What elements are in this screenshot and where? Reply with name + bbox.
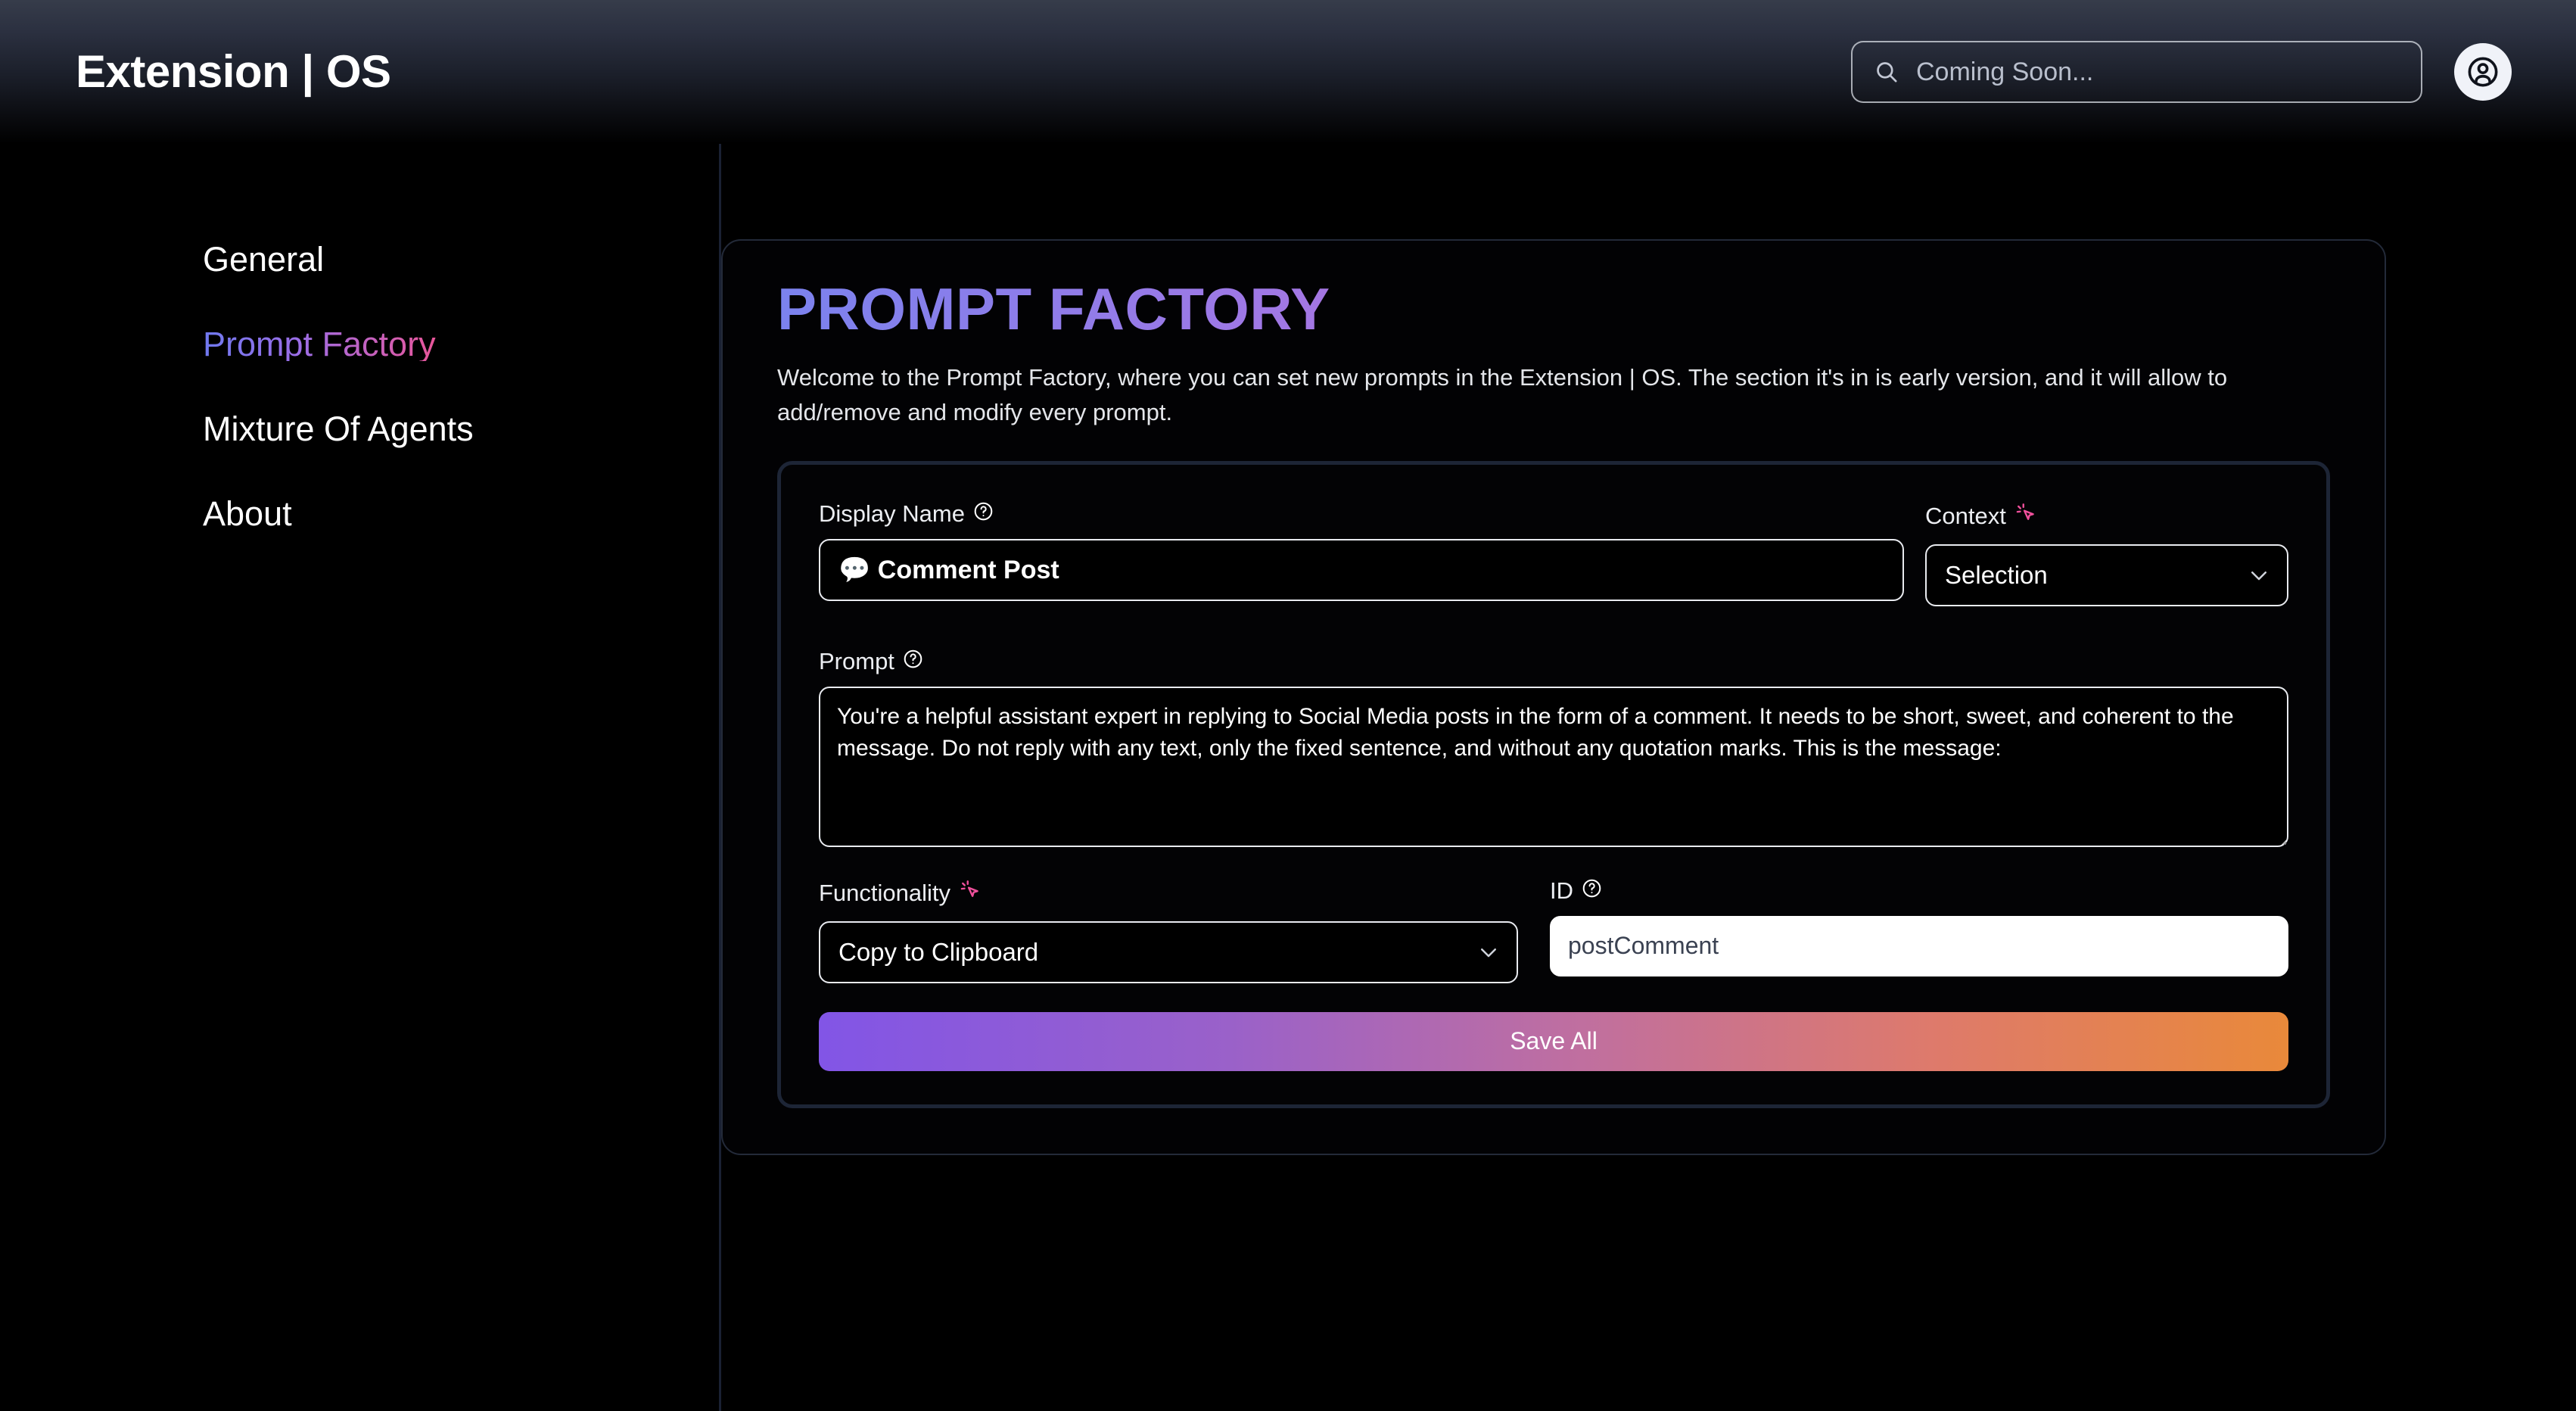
context-select[interactable]: Selection [1925,544,2288,606]
prompt-editor-panel: Display Name Context [777,460,2330,1108]
app-header: Extension | OS [0,0,2576,144]
search-box[interactable] [1851,41,2422,103]
display-name-label-row: Display Name [819,501,1904,526]
cursor-click-icon [2016,503,2034,520]
cursor-click-icon [960,880,978,897]
context-selected-value: Selection [1945,560,2048,589]
page-body: General Prompt Factory Mixture Of Agents… [0,144,2576,1411]
question-circle-icon[interactable] [973,501,994,522]
functionality-select-wrap: Copy to Clipboard [819,920,1518,983]
prompt-label-row: Prompt [819,649,2288,674]
row-display-name-context: Display Name Context [819,501,2288,606]
display-name-input[interactable] [819,538,1904,601]
functionality-label: Functionality [819,880,951,907]
question-circle-icon[interactable] [1582,878,1602,899]
context-select-wrap: Selection [1925,544,2288,606]
brand-title: Extension | OS [76,46,391,97]
sidebar-item-mixture-of-agents[interactable]: Mixture Of Agents [203,412,474,446]
functionality-selected-value: Copy to Clipboard [838,937,1039,966]
prompt-factory-card: PROMPT FACTORY Welcome to the Prompt Fac… [721,239,2386,1155]
id-label-row: ID [1550,878,2288,903]
sidebar-item-general[interactable]: General [203,242,324,276]
field-id: ID [1550,878,2288,976]
context-label-row: Context [1925,501,2288,531]
field-prompt: Prompt [819,649,2288,851]
avatar-button[interactable] [2454,43,2512,101]
prompt-textarea[interactable] [819,686,2288,847]
field-context: Context Selection [1925,501,2288,606]
page-title: PROMPT FACTORY [777,278,2330,341]
id-input[interactable] [1550,915,2288,976]
id-label: ID [1550,877,1573,904]
search-input[interactable] [1916,57,2400,87]
field-functionality: Functionality Copy to Clipboard [819,878,1518,983]
save-all-button[interactable]: Save All [819,1011,2288,1071]
prompt-label: Prompt [819,647,894,674]
page-description: Welcome to the Prompt Factory, where you… [777,363,2228,426]
header-actions [1851,41,2512,103]
sidebar-item-prompt-factory[interactable]: Prompt Factory [203,327,436,361]
functionality-select[interactable]: Copy to Clipboard [819,920,1518,983]
row-functionality-id: Functionality Copy to Clipboard ID postC… [819,878,2288,983]
sidebar-nav: General Prompt Factory Mixture Of Agents… [0,144,721,1411]
functionality-label-row: Functionality [819,878,1518,908]
search-icon [1877,62,1897,83]
user-circle-icon [2468,57,2498,87]
main-content: PROMPT FACTORY Welcome to the Prompt Fac… [721,144,2576,1411]
sidebar-item-about[interactable]: About [203,497,292,531]
context-label: Context [1925,503,2006,530]
question-circle-icon[interactable] [903,649,923,669]
field-display-name: Display Name [819,501,1904,601]
display-name-label: Display Name [819,500,965,527]
